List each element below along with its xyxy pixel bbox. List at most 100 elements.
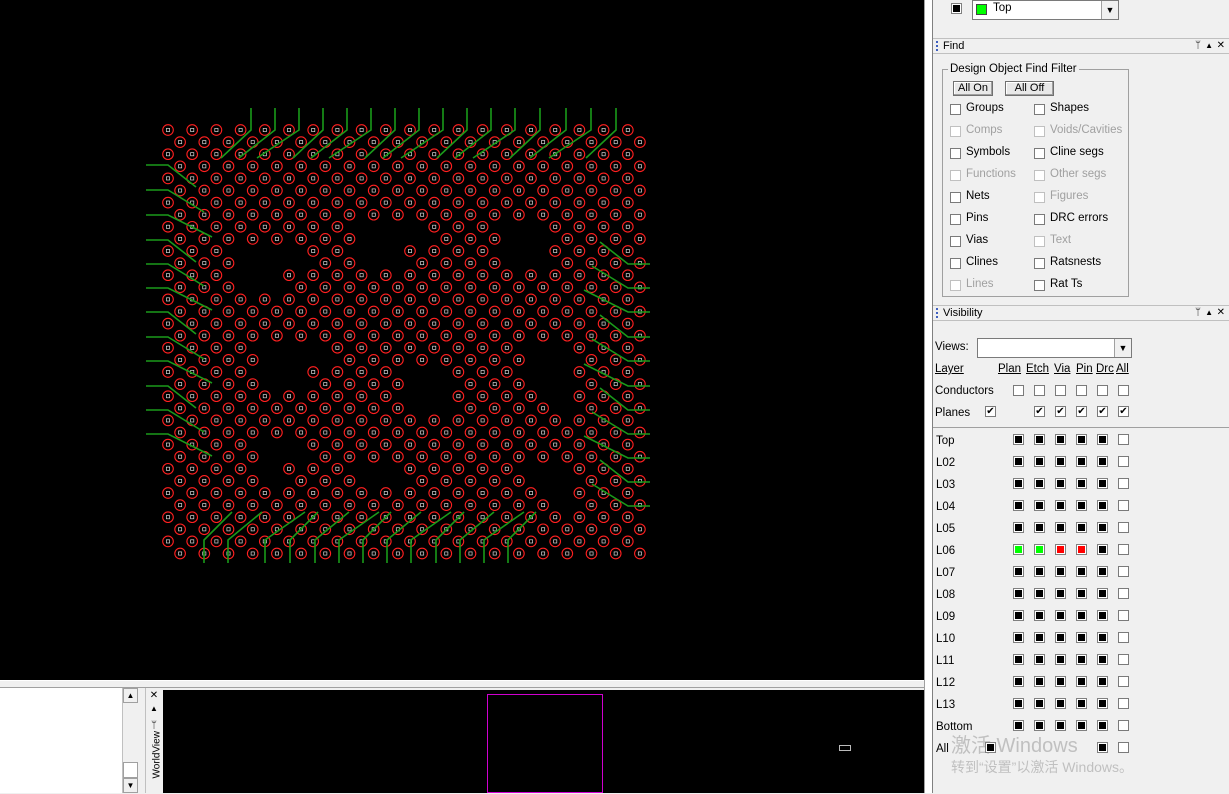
bga-pad[interactable] [525, 269, 537, 282]
chevron-up-icon[interactable]: ▲ [146, 704, 162, 713]
bga-pad[interactable] [585, 208, 598, 221]
layer-color-toggle[interactable] [1097, 742, 1108, 753]
bga-pad[interactable] [343, 378, 356, 390]
bga-pad[interactable] [367, 378, 380, 390]
bga-pad[interactable] [573, 220, 586, 233]
layer-color-toggle[interactable] [1034, 522, 1045, 533]
bga-pad[interactable] [573, 124, 586, 136]
bga-pad[interactable] [500, 269, 513, 282]
bga-pad[interactable] [210, 220, 223, 233]
bga-pad[interactable] [355, 196, 368, 209]
bga-pad[interactable] [513, 354, 525, 366]
bga-pad[interactable] [271, 208, 283, 221]
collapse-icon[interactable]: ▲ [1205, 306, 1213, 320]
layer-color-toggle[interactable] [1055, 676, 1066, 687]
find-checkbox[interactable] [950, 192, 961, 203]
bga-pad[interactable] [428, 172, 441, 185]
bga-pad[interactable] [198, 257, 211, 269]
bga-pad[interactable] [561, 281, 574, 294]
bga-pad[interactable] [416, 208, 428, 221]
bga-pad[interactable] [210, 317, 223, 330]
bga-pad[interactable] [343, 354, 356, 366]
bga-pad[interactable] [621, 341, 634, 354]
layer-color-toggle[interactable] [1076, 544, 1087, 555]
bga-pad[interactable] [500, 366, 513, 378]
bga-pad[interactable] [416, 184, 428, 197]
bga-pad[interactable] [404, 293, 416, 306]
bga-pad[interactable] [234, 511, 247, 524]
layer-color-toggle[interactable] [1097, 654, 1108, 665]
bga-pad[interactable] [488, 160, 501, 173]
bga-pad[interactable] [258, 124, 271, 136]
route-trace[interactable] [146, 385, 197, 409]
visibility-column-drc[interactable]: Drc [1096, 363, 1114, 375]
layer-color-toggle[interactable] [1013, 610, 1024, 621]
bga-pad[interactable] [440, 184, 453, 197]
bga-pad[interactable] [307, 245, 320, 257]
layer-color-toggle[interactable] [1013, 676, 1024, 687]
bga-pad[interactable] [331, 390, 344, 403]
visibility-column-via[interactable]: Via [1054, 363, 1070, 375]
bga-pad[interactable] [404, 487, 416, 499]
bga-pad[interactable] [258, 390, 271, 403]
bga-pad[interactable] [634, 378, 646, 390]
bga-pad[interactable] [271, 426, 283, 439]
route-trace[interactable] [591, 265, 650, 289]
layer-color-toggle[interactable] [1013, 456, 1024, 467]
layer-all-checkbox[interactable] [1118, 500, 1129, 511]
bga-pad[interactable] [331, 172, 344, 185]
bga-pad[interactable] [488, 329, 501, 342]
command-pane-scrollbar[interactable]: ▲ ▼ [122, 688, 139, 793]
bga-pad[interactable] [440, 499, 453, 511]
layer-color-toggle[interactable] [1055, 434, 1066, 445]
bga-pad[interactable] [513, 547, 525, 560]
bga-pad[interactable] [246, 523, 259, 536]
scroll-thumb[interactable] [123, 762, 138, 778]
bga-pad[interactable] [488, 402, 501, 415]
bga-pad[interactable] [246, 378, 259, 390]
bga-pad[interactable] [500, 293, 513, 306]
bga-pad[interactable] [392, 378, 404, 390]
bga-pad[interactable] [174, 136, 186, 148]
bga-pad[interactable] [573, 511, 586, 524]
layer-color-toggle[interactable] [1055, 610, 1066, 621]
visibility-column-all[interactable]: All [1116, 363, 1129, 375]
bga-pad[interactable] [585, 450, 598, 463]
bga-pad[interactable] [549, 196, 562, 209]
bga-pad[interactable] [319, 426, 332, 439]
bga-pad[interactable] [331, 317, 344, 330]
bga-pad[interactable] [258, 220, 271, 233]
bga-pad[interactable] [283, 390, 295, 403]
close-icon[interactable]: ✕ [1217, 39, 1225, 53]
bga-pad[interactable] [549, 317, 562, 330]
bga-pad[interactable] [198, 402, 211, 415]
planes-checkbox[interactable]: ✔ [1034, 406, 1045, 417]
bga-pad[interactable] [585, 233, 598, 245]
bga-pad[interactable] [331, 269, 344, 282]
bga-pad[interactable] [246, 475, 259, 487]
bga-pad[interactable] [379, 390, 392, 403]
bga-pad[interactable] [283, 220, 295, 233]
bga-pad[interactable] [198, 329, 211, 342]
bga-pad[interactable] [174, 160, 186, 173]
bga-pad[interactable] [174, 547, 186, 560]
vertical-splitter[interactable] [924, 0, 933, 793]
scroll-down-button[interactable]: ▼ [123, 778, 138, 793]
bga-pad[interactable] [513, 450, 525, 463]
layer-color-toggle[interactable] [1097, 588, 1108, 599]
bga-pad[interactable] [379, 172, 392, 185]
bga-pad[interactable] [537, 160, 549, 173]
bga-pad[interactable] [295, 208, 307, 221]
find-checkbox[interactable] [1034, 214, 1045, 225]
bga-pad[interactable] [573, 341, 586, 354]
bga-pad[interactable] [186, 535, 199, 548]
bga-pad[interactable] [271, 305, 283, 318]
bga-pad[interactable] [210, 487, 223, 499]
bga-pad[interactable] [476, 269, 489, 282]
bga-pad[interactable] [561, 233, 574, 245]
bga-pad[interactable] [331, 487, 344, 499]
layer-color-toggle[interactable] [1076, 632, 1087, 643]
route-trace[interactable] [146, 239, 197, 263]
layer-color-toggle[interactable] [1055, 500, 1066, 511]
bga-pad[interactable] [319, 305, 332, 318]
